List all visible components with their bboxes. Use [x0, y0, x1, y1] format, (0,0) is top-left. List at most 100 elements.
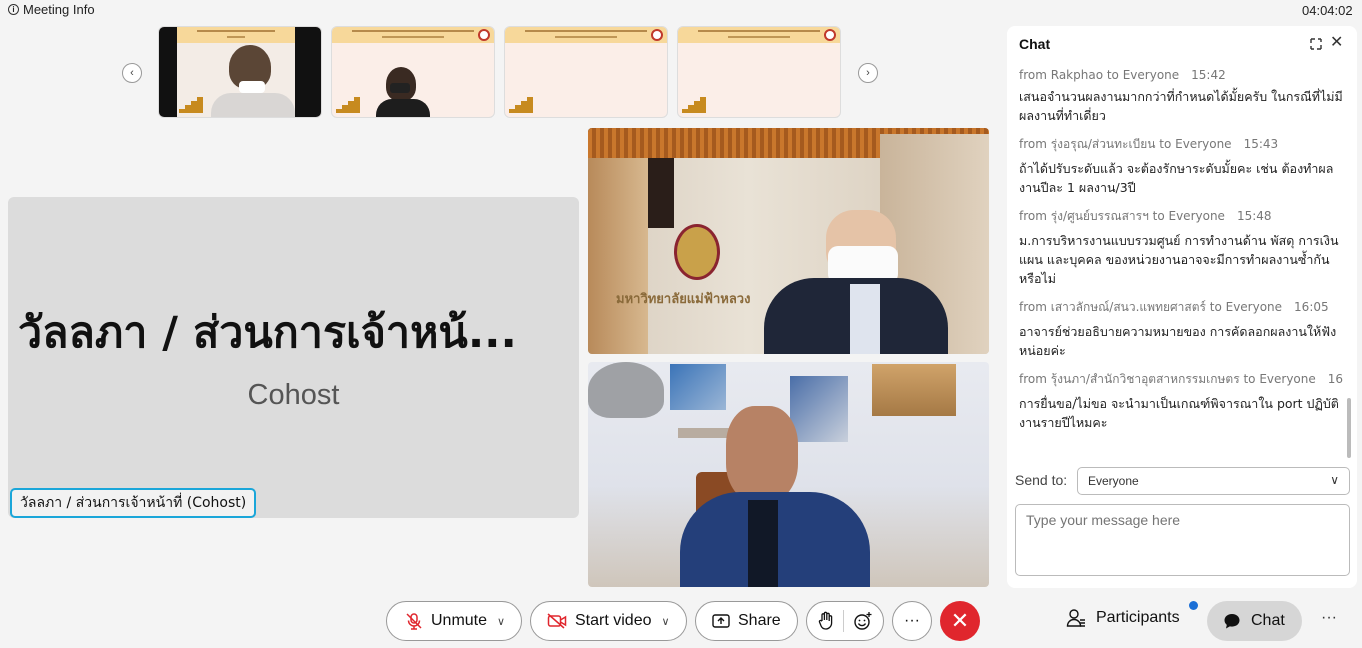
- chat-message: from เสาวลักษณ์/สนว.แพทยศาสตร์ to Everyo…: [1019, 298, 1344, 360]
- chevron-down-icon[interactable]: ∨: [497, 615, 505, 628]
- message-time: 15:48: [1236, 209, 1272, 223]
- filmstrip-thumbnail[interactable]: [677, 26, 841, 118]
- message-text: การยื่นขอ/ไม่ขอ จะนำมาเป็นเกณฑ์พิจารณาใน…: [1019, 396, 1339, 430]
- start-video-button[interactable]: Start video ∨: [530, 601, 687, 641]
- message-text: เสนอจำนวนผลงานมากกว่าที่กำหนดได้มั้ยครับ…: [1019, 89, 1343, 123]
- stairs-icon: [509, 97, 533, 113]
- message-text: ถ้าได้ปรับระดับแล้ว จะต้องรักษาระดับมั้ย…: [1019, 161, 1334, 195]
- filmstrip-thumbnail[interactable]: [331, 26, 495, 118]
- message-sender: from เสาวลักษณ์/สนว.แพทยศาสตร์ to Everyo…: [1019, 300, 1283, 314]
- info-icon: i: [8, 4, 19, 15]
- slide-banner: [505, 27, 667, 43]
- chat-message-input[interactable]: [1015, 504, 1350, 576]
- university-logo-icon: [824, 29, 836, 41]
- send-to-label: Send to:: [1015, 472, 1068, 488]
- message-time: 15:42: [1191, 68, 1226, 82]
- meeting-info-label: Meeting Info: [23, 2, 95, 17]
- microphone-muted-icon: [406, 613, 422, 630]
- close-icon[interactable]: ✕: [1330, 35, 1343, 51]
- wooden-panel: [588, 158, 648, 354]
- university-logo-icon: [651, 29, 663, 41]
- message-text: ม.การบริหารงานแบบรวมศูนย์ การทำงานด้าน พ…: [1019, 233, 1339, 286]
- speaker-name: วัลลภา / ส่วนการเจ้าหน้...: [18, 308, 517, 358]
- stairs-icon: [682, 97, 706, 113]
- leave-meeting-button[interactable]: ✕: [940, 601, 980, 641]
- filmstrip-thumbnail[interactable]: [504, 26, 668, 118]
- message-time: 16:05: [1294, 300, 1329, 314]
- chat-message: from รุ่งอรุณ/ส่วนทะเบียน to Everyone 15:…: [1019, 135, 1344, 197]
- unmute-label: Unmute: [431, 612, 488, 629]
- start-video-label: Start video: [575, 612, 652, 629]
- chat-bubble-icon: [1224, 614, 1240, 629]
- more-label: ···: [904, 612, 920, 629]
- chat-panel: Chat ✕ from Rakphao to Everyone 15:42 เสน…: [1007, 26, 1357, 588]
- popout-icon[interactable]: [1310, 38, 1322, 50]
- share-screen-icon: [712, 614, 730, 628]
- slide-banner: [177, 27, 295, 43]
- message-sender: from Rakphao to Everyone: [1019, 68, 1180, 82]
- participant-hair: [588, 362, 664, 418]
- chat-title: Chat: [1019, 36, 1051, 52]
- camera-off-icon: [547, 613, 567, 629]
- mask: [390, 83, 410, 93]
- notification-badge: [1189, 601, 1198, 610]
- shirt: [748, 500, 778, 587]
- close-icon: ✕: [950, 608, 970, 633]
- meeting-info-button[interactable]: i Meeting Info: [8, 2, 95, 17]
- message-time: 16:12: [1327, 372, 1344, 386]
- message-sender: from รุ้งนภา/สำนักวิชาอุตสาหกรรมเกษตร to…: [1019, 372, 1316, 386]
- mask: [239, 81, 265, 93]
- chat-message: from Rakphao to Everyone 15:42 เสนอจำนวนผ…: [1019, 68, 1344, 125]
- chat-message: from รุ่ง/ศูนย์บรรณสารฯ to Everyone 15:48…: [1019, 207, 1344, 288]
- filmstrip-prev-button[interactable]: ‹: [122, 63, 142, 83]
- participants-icon: [1066, 609, 1085, 627]
- filmstrip-thumbnail[interactable]: [158, 26, 322, 118]
- divider: [843, 610, 845, 632]
- emoji-reaction-icon[interactable]: [853, 611, 873, 631]
- wall-photo: [872, 364, 956, 416]
- stairs-icon: [336, 97, 360, 113]
- message-sender: from รุ่งอรุณ/ส่วนทะเบียน to Everyone: [1019, 137, 1232, 151]
- shirt: [850, 284, 880, 354]
- slide-banner: [678, 27, 840, 43]
- message-text: อาจารย์ช่วยอธิบายความหมายของ การคัดลอกผล…: [1019, 324, 1337, 358]
- slide-banner: [332, 27, 494, 43]
- chat-button[interactable]: Chat: [1207, 601, 1302, 641]
- participant-body: [211, 93, 295, 117]
- speaker-role: Cohost: [247, 379, 340, 411]
- participants-button[interactable]: Participants: [1066, 608, 1180, 628]
- speaker-name-label: วัลลภา / ส่วนการเจ้าหน้าที่ (Cohost): [10, 488, 257, 518]
- overflow-label: ···: [1321, 609, 1337, 626]
- share-label: Share: [738, 612, 781, 629]
- reactions-group: [806, 601, 884, 641]
- share-button[interactable]: Share: [695, 601, 798, 641]
- university-logo-icon: [478, 29, 490, 41]
- chat-message-list: from Rakphao to Everyone 15:42 เสนอจำนวนผ…: [1019, 68, 1344, 460]
- university-seal-icon: [674, 224, 720, 280]
- send-to-dropdown[interactable]: Everyone ∨: [1077, 467, 1350, 495]
- message-sender: from รุ่ง/ศูนย์บรรณสารฯ to Everyone: [1019, 209, 1225, 223]
- chat-scrollbar[interactable]: [1347, 398, 1351, 458]
- participant-video-tile[interactable]: มหาวิทยาลัยแม่ฟ้าหลวง: [588, 128, 989, 354]
- unmute-button[interactable]: Unmute ∨: [386, 601, 522, 641]
- chat-label: Chat: [1251, 612, 1285, 629]
- meeting-timer: 04:04:02: [1302, 3, 1353, 18]
- participant-video-tile[interactable]: [588, 362, 989, 587]
- thumbnail-border-right: [295, 27, 321, 117]
- thumbnail-border-left: [159, 27, 177, 117]
- wall-photo: [670, 364, 726, 410]
- wall-sign: มหาวิทยาลัยแม่ฟ้าหลวง: [616, 292, 751, 307]
- overflow-menu-button[interactable]: ···: [1321, 609, 1337, 627]
- wall-photo: [790, 376, 848, 442]
- message-time: 15:43: [1243, 137, 1279, 151]
- more-options-button[interactable]: ···: [892, 601, 932, 641]
- chat-message: from รุ้งนภา/สำนักวิชาอุตสาหกรรมเกษตร to…: [1019, 370, 1344, 432]
- active-speaker-tile[interactable]: วัลลภา / ส่วนการเจ้าหน้... Cohost วัลลภา…: [8, 197, 579, 518]
- raise-hand-icon[interactable]: [817, 611, 835, 631]
- chevron-down-icon: ∨: [1330, 473, 1339, 487]
- send-to-value: Everyone: [1088, 474, 1139, 488]
- participants-label: Participants: [1096, 609, 1180, 626]
- filmstrip-next-button[interactable]: ›: [858, 63, 878, 83]
- chevron-down-icon[interactable]: ∨: [661, 615, 669, 628]
- chevron-left-icon: ‹: [130, 67, 134, 79]
